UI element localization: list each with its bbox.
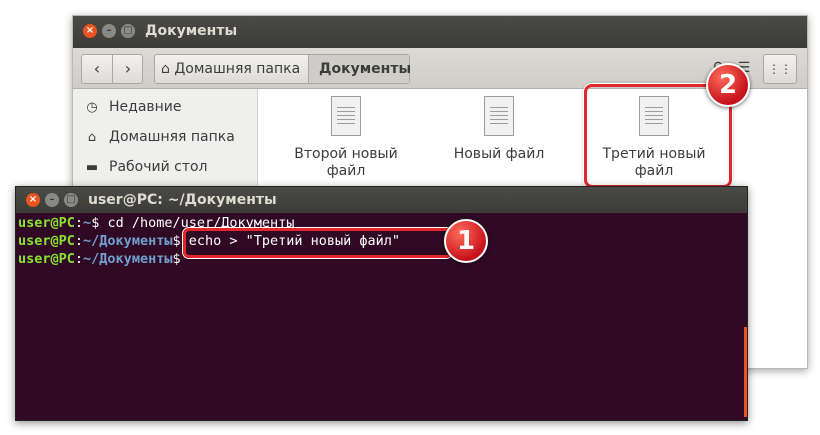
sidebar-item-label: Рабочий стол <box>109 159 208 175</box>
file-item[interactable]: Второй новый файл <box>282 96 410 180</box>
terminal-scrollbar[interactable] <box>744 327 747 417</box>
file-name: Второй новый файл <box>294 146 398 179</box>
highlight-box-command <box>183 228 452 258</box>
nav-buttons: ‹ › <box>81 54 143 84</box>
terminal-window[interactable]: × – □ user@PC: ~/Документы user@PC:~$ cd… <box>15 186 748 421</box>
chevron-right-icon: › <box>124 59 132 78</box>
breadcrumb-home-label: Домашняя папка <box>174 61 301 77</box>
terminal-titlebar[interactable]: × – □ user@PC: ~/Документы <box>16 187 747 213</box>
file-manager-titlebar[interactable]: × – □ Документы <box>73 16 807 48</box>
terminal-title: user@PC: ~/Документы <box>88 192 277 208</box>
forward-button[interactable]: › <box>112 55 143 83</box>
close-icon[interactable]: × <box>83 24 97 38</box>
home-icon: ⌂ <box>87 130 97 145</box>
folder-icon: ▬ <box>85 160 99 175</box>
sidebar-item-recent[interactable]: ◷ Недавние <box>83 97 182 117</box>
document-icon <box>484 96 514 136</box>
back-button[interactable]: ‹ <box>82 55 112 83</box>
sidebar-item-desktop[interactable]: ▬ Рабочий стол <box>83 157 208 177</box>
breadcrumb-documents[interactable]: Документы <box>309 55 411 83</box>
minimize-icon[interactable]: – <box>45 193 59 207</box>
file-name: Новый файл <box>453 146 545 162</box>
terminal-line: user@PC:~/Документы$ <box>18 251 181 267</box>
sidebar-item-home[interactable]: ⌂ Домашняя папка <box>83 127 235 147</box>
file-item[interactable]: Новый файл <box>435 96 563 163</box>
document-icon <box>331 96 361 136</box>
maximize-icon[interactable]: □ <box>64 193 78 207</box>
step-badge-1: 1 <box>444 219 488 263</box>
home-icon: ⌂ <box>161 61 170 77</box>
minimize-icon[interactable]: – <box>102 24 116 38</box>
chevron-left-icon: ‹ <box>93 59 101 78</box>
sidebar-item-label: Домашняя папка <box>109 129 235 145</box>
step-badge-2: 2 <box>706 63 750 107</box>
grid-view-icon[interactable]: ⋮⋮ <box>763 54 797 84</box>
close-icon[interactable]: × <box>26 193 40 207</box>
window-title: Документы <box>145 23 238 39</box>
toolbar: ‹ › ⌂ Домашняя папка Документы ⚲ ☰ ⋮⋮ <box>73 48 807 89</box>
highlight-box-file <box>584 84 732 188</box>
breadcrumb: ⌂ Домашняя папка Документы <box>154 54 411 84</box>
maximize-icon[interactable]: □ <box>121 24 135 38</box>
sidebar-item-label: Недавние <box>109 99 182 115</box>
breadcrumb-home[interactable]: ⌂ Домашняя папка <box>155 55 309 83</box>
clock-icon: ◷ <box>86 100 98 115</box>
